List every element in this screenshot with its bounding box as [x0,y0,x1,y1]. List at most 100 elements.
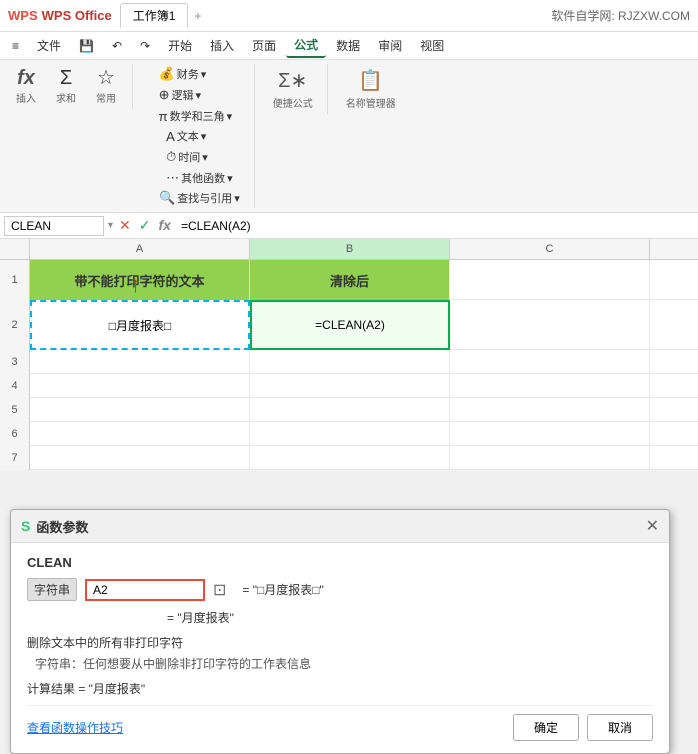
cell-c6[interactable] [450,422,650,446]
param-input[interactable] [85,579,205,601]
menu-undo[interactable]: ↶ [104,36,130,56]
name-box[interactable] [4,216,104,236]
cell-c5[interactable] [450,398,650,422]
cell-a5[interactable] [30,398,250,422]
ribbon-common-button[interactable]: ☆ 常用 [88,64,124,109]
dialog-buttons: 确定 取消 [513,714,653,741]
ribbon-morefunc-button[interactable]: ⋯ 其他函数 ▾ [160,168,239,188]
cell-c4[interactable] [450,374,650,398]
dialog-ok-button[interactable]: 确定 [513,714,579,741]
dialog-footer: 查看函数操作技巧 确定 取消 [27,705,653,741]
row-num-5: 5 [0,398,30,422]
cell-b6[interactable] [250,422,450,446]
row-num-6: 6 [0,422,30,446]
cell-a2[interactable]: □月度报表□ [30,300,250,350]
logic-icon: ⊕ [159,87,170,103]
dialog-titlebar: S 函数参数 ✕ [11,510,669,543]
cell-a4[interactable] [30,374,250,398]
function-params-dialog: S 函数参数 ✕ CLEAN 字符串 ⊡ = "□月度报表□" = "月度报表"… [10,509,670,754]
text-arrow: ▾ [201,130,207,143]
col-header-c[interactable]: C [450,239,650,259]
menu-view[interactable]: 视图 [412,34,452,57]
cell-c7[interactable] [450,446,650,470]
ribbon-fx-button[interactable]: fx 插入 [8,64,44,109]
row-num-4: 4 [0,374,30,398]
common-label: 常用 [96,90,116,105]
col-header-a[interactable]: A [30,239,250,259]
insert-label: 插入 [16,90,36,105]
cell-a6[interactable] [30,422,250,446]
row-num-2: 2 [0,300,30,350]
time-icon: ⏱ [166,149,176,165]
dialog-calc-result: 计算结果 = "月度报表" [27,680,653,697]
document-tab[interactable]: 工作簿1 [120,3,189,28]
menu-hamburger[interactable]: ≡ [4,36,27,56]
cell-a3[interactable] [30,350,250,374]
cell-b2[interactable]: =CLEAN(A2) [250,300,450,350]
cell-a7[interactable] [30,446,250,470]
menu-page[interactable]: 页面 [244,34,284,57]
lookup-icon: 🔍 [159,190,175,206]
finance-arrow: ▾ [201,68,207,81]
table-row: 4 [0,374,698,398]
dialog-close-button[interactable]: ✕ [646,516,659,536]
formula-cancel-icon[interactable]: ✕ [117,217,133,234]
mathtrig-arrow: ▾ [227,110,233,123]
morefunc-label: 其他函数 [181,170,225,186]
param-expand-icon[interactable]: ⊡ [213,580,226,600]
time-label: 时间 [178,149,200,165]
formula-fx-icon[interactable]: fx [157,217,173,234]
ribbon-lookup-button[interactable]: 🔍 查找与引用 ▾ [153,188,246,208]
menu-redo[interactable]: ↷ [132,36,158,56]
ribbon-quickformula-button[interactable]: Σ∗ 便捷公式 [267,64,319,114]
menu-save-icon[interactable]: 💾 [71,36,102,56]
cell-a2-value: □月度报表□ [109,317,172,334]
dialog-params-row: 字符串 ⊡ = "□月度报表□" [27,578,653,601]
morefunc-icon: ⋯ [166,170,179,186]
dialog-cancel-button[interactable]: 取消 [587,714,653,741]
ribbon: fx 插入 Σ 求和 ☆ 常用 💰 财务 ▾ ⊕ 逻辑 ▾ [0,60,698,213]
ribbon-insert-group: fx 插入 Σ 求和 ☆ 常用 [8,64,133,109]
ribbon-name-group: 📋 名称管理器 [340,64,410,114]
name-box-dropdown[interactable]: ▾ [108,220,113,231]
star-icon: ☆ [97,68,115,88]
mathtrig-label: 数学和三角 [170,108,225,124]
menu-formula[interactable]: 公式 [286,33,326,58]
add-tab-button[interactable]: + [194,9,201,23]
ribbon-mathtrig-button[interactable]: π 数学和三角 ▾ [153,106,239,126]
menu-file[interactable]: 文件 [29,34,69,57]
cell-b1[interactable]: 清除后 [250,260,450,300]
formula-confirm-icon[interactable]: ✓ [137,217,153,234]
corner-cell [0,239,30,259]
lookup-arrow: ▾ [234,192,240,205]
logic-arrow: ▾ [196,89,202,102]
formula-input[interactable] [177,217,694,235]
namemanager-icon: 📋 [358,68,383,93]
cell-b7[interactable] [250,446,450,470]
cell-b5[interactable] [250,398,450,422]
ribbon-sum-button[interactable]: Σ 求和 [48,64,84,109]
menu-insert[interactable]: 插入 [202,34,242,57]
table-row: 5 [0,398,698,422]
cell-b1-value: 清除后 [330,271,369,290]
ribbon-namemanager-button[interactable]: 📋 名称管理器 [340,64,402,114]
row-num-7: 7 [0,446,30,470]
cell-c2[interactable] [450,300,650,350]
ribbon-logic-button[interactable]: ⊕ 逻辑 ▾ [153,85,239,105]
cell-b2-value: =CLEAN(A2) [315,318,385,332]
cell-c1[interactable] [450,260,650,300]
ribbon-finance-button[interactable]: 💰 财务 ▾ [153,64,239,84]
menu-data[interactable]: 数据 [328,34,368,57]
dialog-help-link[interactable]: 查看函数操作技巧 [27,719,123,736]
ribbon-time-button[interactable]: ⏱ 时间 ▾ [160,147,239,167]
menu-start[interactable]: 开始 [160,34,200,57]
table-row: 6 [0,422,698,446]
quickformula-icon: Σ∗ [278,68,307,93]
menu-review[interactable]: 审阅 [370,34,410,57]
cell-b3[interactable] [250,350,450,374]
cell-b4[interactable] [250,374,450,398]
ribbon-text-button[interactable]: A 文本 ▾ [160,126,239,146]
cell-c3[interactable] [450,350,650,374]
ribbon-insert-buttons: fx 插入 Σ 求和 ☆ 常用 [8,64,124,109]
col-header-b[interactable]: B [250,239,450,259]
